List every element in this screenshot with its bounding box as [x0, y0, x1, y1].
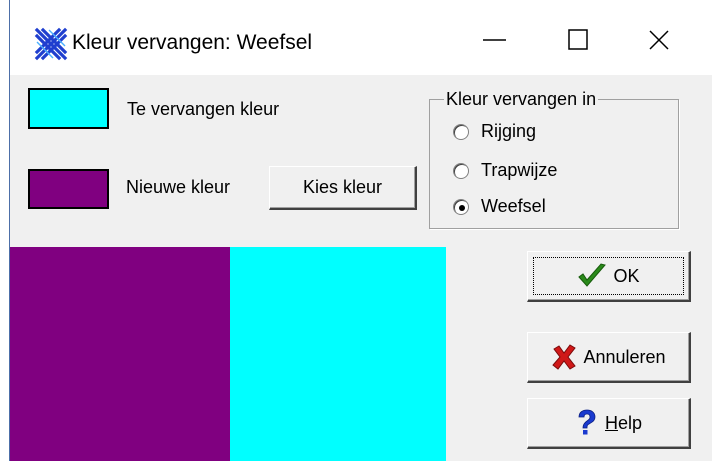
- maximize-button[interactable]: [553, 18, 603, 64]
- help-label: Help: [605, 413, 642, 434]
- help-mnemonic: H: [604, 412, 618, 433]
- close-icon: [649, 30, 669, 50]
- cancel-label: Annuleren: [583, 346, 666, 367]
- ok-focus-rect: OK: [533, 257, 684, 295]
- question-mark-icon: [578, 409, 596, 435]
- replace-in-title: Kleur vervangen in: [444, 89, 599, 110]
- help-button[interactable]: Help: [527, 398, 691, 449]
- minimize-button[interactable]: [470, 18, 520, 64]
- ok-label: OK: [613, 265, 640, 286]
- radio-button[interactable]: [453, 163, 469, 179]
- minimize-icon: [483, 39, 506, 41]
- radio-button[interactable]: [453, 124, 469, 140]
- new-color-label: Nieuwe kleur: [126, 177, 231, 197]
- dialog-window: Kleur vervangen: Weefsel Te vervangen kl…: [9, 0, 712, 461]
- window-title: Kleur vervangen: Weefsel: [72, 31, 313, 54]
- replace-color-label: Te vervangen kleur: [127, 99, 280, 119]
- close-button[interactable]: [646, 18, 696, 64]
- radio-button-selected[interactable]: [453, 199, 469, 215]
- title-bar: Kleur vervangen: Weefsel: [10, 0, 712, 75]
- maximize-icon: [568, 29, 588, 50]
- checkmark-icon: [578, 263, 607, 287]
- radio-dot: [459, 205, 465, 211]
- pick-color-button[interactable]: Kies kleur: [269, 166, 417, 210]
- cancel-button[interactable]: Annuleren: [527, 332, 691, 383]
- new-color-swatch: [28, 169, 109, 209]
- radio-label: Trapwijze: [481, 160, 558, 180]
- replace-color-preview: [230, 247, 446, 461]
- replace-color-swatch: [28, 88, 109, 129]
- app-weave-icon: [34, 27, 68, 61]
- help-label-rest: elp: [617, 412, 643, 433]
- radio-label: Rijging: [481, 121, 537, 141]
- radio-label: Weefsel: [481, 196, 546, 216]
- ok-button[interactable]: OK: [527, 251, 691, 302]
- red-x-icon: [552, 344, 577, 370]
- new-color-preview: [10, 247, 230, 461]
